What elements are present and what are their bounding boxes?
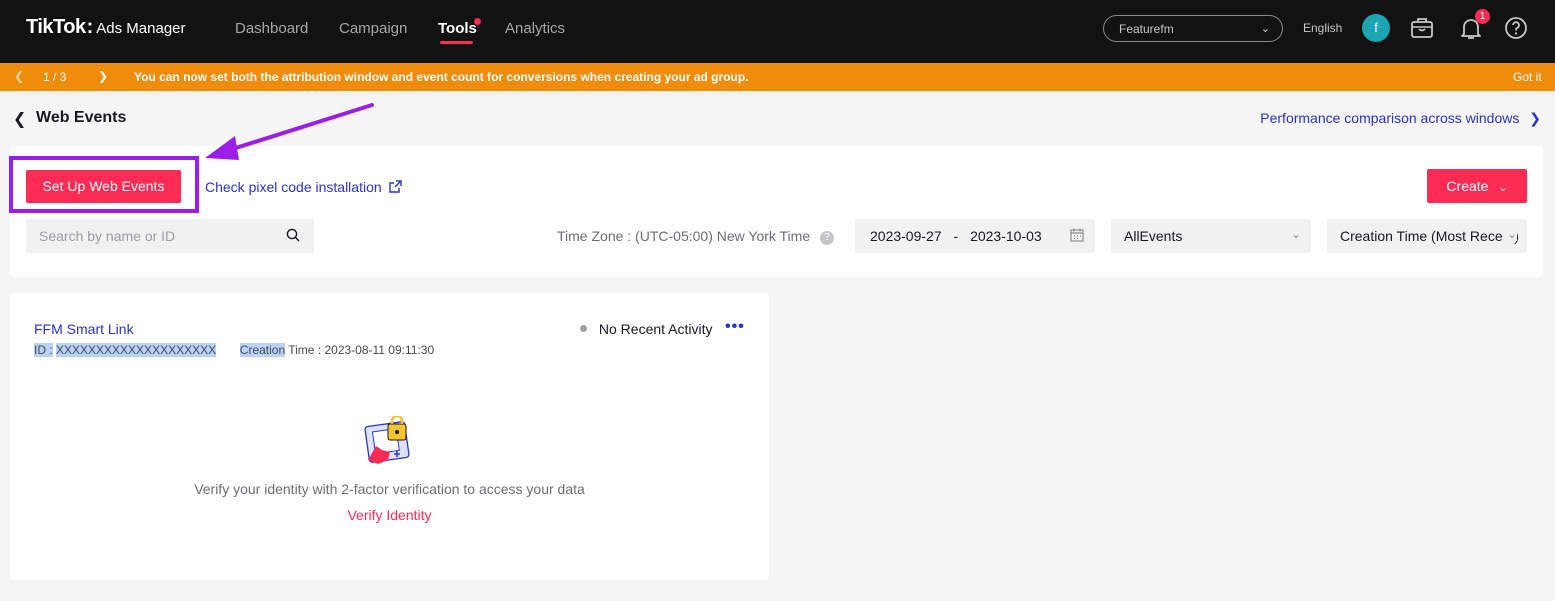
- pixel-id-label: ID :: [34, 343, 53, 357]
- back-arrow-icon[interactable]: ❮: [13, 109, 26, 129]
- create-button[interactable]: Create ⌄: [1427, 169, 1527, 203]
- logo-colon: :: [86, 16, 94, 38]
- account-name: Featurefm: [1119, 22, 1174, 36]
- sort-value: Creation Time (Most Recent): [1340, 228, 1519, 244]
- performance-comparison-label: Performance comparison across windows: [1260, 110, 1520, 126]
- create-button-label: Create: [1446, 178, 1489, 194]
- date-range-picker[interactable]: 2023-09-27 - 2023-10-03: [855, 219, 1095, 253]
- timezone-label: Time Zone : (UTC-05:00) New York Time ?: [557, 228, 835, 245]
- account-selector[interactable]: Featurefm ⌄: [1103, 15, 1283, 42]
- chevron-left-icon[interactable]: ❮: [14, 69, 24, 83]
- help-icon[interactable]: [1503, 15, 1529, 41]
- chevron-down-icon: ⌄: [1286, 227, 1301, 241]
- announcement-banner: ❮ 1 / 3 ❯ You can now set both the attri…: [0, 63, 1555, 91]
- top-nav-bar: TikTok : Ads Manager Dashboard Campaign …: [0, 0, 1555, 63]
- pixel-meta: ID : XXXXXXXXXXXXXXXXXXXX Creation Time …: [34, 343, 434, 357]
- chevron-down-icon: ⌄: [1502, 227, 1517, 241]
- check-pixel-installation-label: Check pixel code installation: [205, 179, 382, 195]
- nav-tools[interactable]: Tools: [438, 20, 477, 37]
- check-pixel-installation-link[interactable]: Check pixel code installation: [205, 179, 402, 195]
- date-start: 2023-09-27: [870, 228, 942, 244]
- status-text: No Recent Activity: [598, 321, 713, 337]
- search-icon: [286, 228, 300, 242]
- tiktok-ads-manager-logo[interactable]: TikTok : Ads Manager: [26, 16, 186, 39]
- pixel-name-link[interactable]: FFM Smart Link: [34, 321, 134, 337]
- chevron-right-icon: ❯: [1529, 110, 1541, 126]
- creation-time: Time : 2023-08-11 09:11:30: [285, 343, 435, 357]
- nav-analytics[interactable]: Analytics: [505, 20, 565, 37]
- question-icon[interactable]: ?: [820, 231, 835, 245]
- chevron-right-icon[interactable]: ❯: [98, 69, 108, 83]
- external-link-icon: [388, 180, 402, 193]
- set-up-web-events-button[interactable]: Set Up Web Events: [26, 170, 181, 203]
- banner-message: You can now set both the attribution win…: [134, 70, 749, 84]
- search-input[interactable]: Search by name or ID: [26, 219, 314, 253]
- verify-message: Verify your identity with 2-factor verif…: [194, 481, 585, 497]
- search-placeholder: Search by name or ID: [39, 228, 176, 244]
- verify-identity-illustration-icon: [364, 416, 410, 464]
- performance-comparison-link[interactable]: Performance comparison across windows ❯: [1260, 110, 1541, 127]
- event-filter-value: AllEvents: [1124, 228, 1183, 244]
- calendar-icon: [1070, 228, 1084, 242]
- logo-subtitle: Ads Manager: [96, 20, 186, 37]
- nav-dashboard[interactable]: Dashboard: [235, 20, 308, 37]
- nav-active-indicator: [440, 41, 473, 44]
- status-dot-icon: [580, 325, 587, 332]
- sort-select[interactable]: Creation Time (Most Recent) ⌄: [1327, 219, 1527, 253]
- annotation-arrow-icon: [205, 103, 374, 160]
- notification-badge: 1: [1475, 9, 1490, 24]
- nav-tools-new-dot: [474, 18, 481, 25]
- verify-identity-link[interactable]: Verify Identity: [10, 507, 769, 523]
- date-separator: -: [953, 228, 959, 244]
- page-title: Web Events: [36, 109, 127, 126]
- pixel-id-value: XXXXXXXXXXXXXXXXXXXX: [56, 343, 217, 357]
- nav-campaign[interactable]: Campaign: [339, 20, 407, 37]
- language-switcher[interactable]: English: [1303, 21, 1342, 35]
- logo-brand: TikTok: [26, 16, 86, 38]
- date-end: 2023-10-03: [970, 228, 1042, 244]
- more-options-icon[interactable]: •••: [725, 318, 745, 336]
- chevron-down-icon: ⌄: [1498, 182, 1508, 194]
- banner-pager: 1 / 3: [43, 70, 67, 84]
- status-badge: No Recent Activity: [580, 321, 713, 337]
- briefcase-icon[interactable]: [1409, 15, 1435, 41]
- timezone-text: Time Zone : (UTC-05:00) New York Time: [557, 228, 811, 244]
- avatar[interactable]: f: [1362, 14, 1390, 42]
- banner-dismiss-button[interactable]: Got it: [1513, 70, 1542, 84]
- chevron-down-icon: ⌄: [1260, 23, 1270, 35]
- event-filter-select[interactable]: AllEvents ⌄: [1111, 219, 1311, 253]
- creation-label: Creation: [239, 343, 286, 357]
